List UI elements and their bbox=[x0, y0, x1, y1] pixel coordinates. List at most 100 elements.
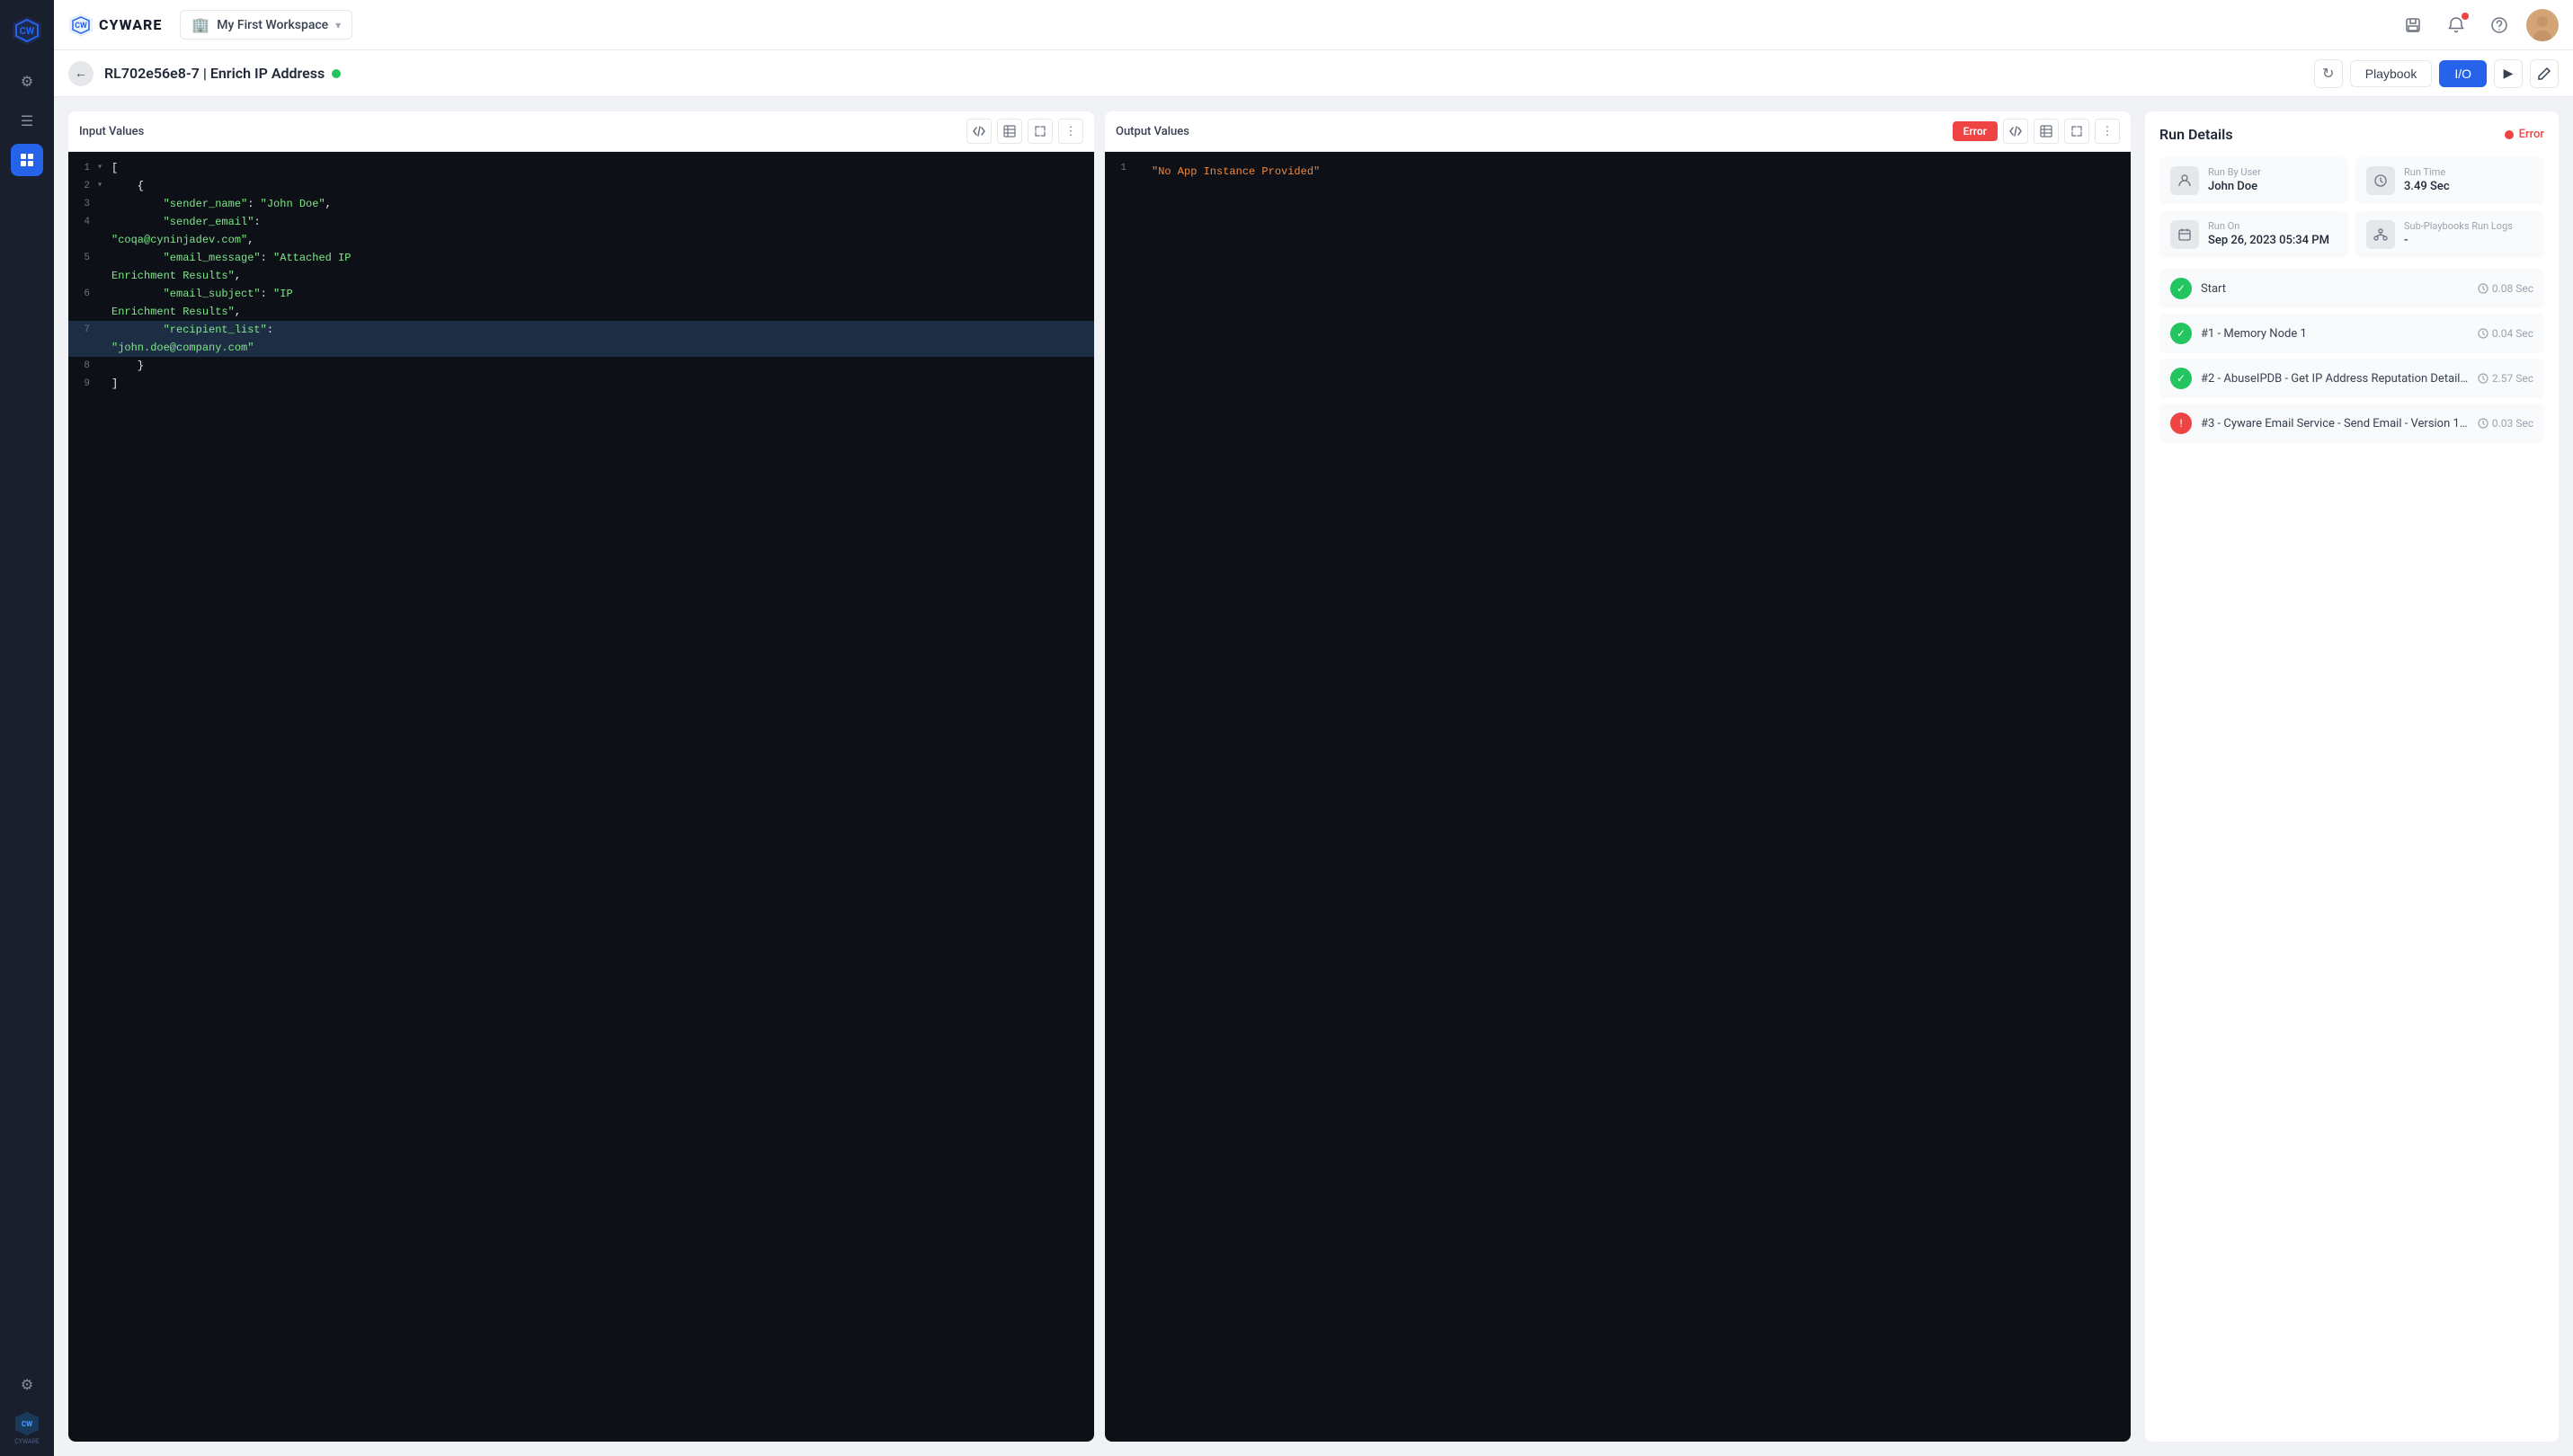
run-by-user-card: Run By User John Doe bbox=[2159, 157, 2348, 204]
input-toolbar: Input Values bbox=[68, 111, 1094, 152]
run-error-indicator: Error bbox=[2505, 128, 2544, 141]
sub-playbooks-icon bbox=[2366, 220, 2395, 249]
brand-label: CYWARE bbox=[14, 1438, 40, 1445]
input-code-view-btn[interactable] bbox=[966, 119, 992, 144]
notification-badge bbox=[2462, 13, 2469, 20]
input-table-view-btn[interactable] bbox=[997, 119, 1022, 144]
output-code-view-btn[interactable] bbox=[2003, 119, 2028, 144]
run-by-user-label: Run By User bbox=[2208, 166, 2337, 178]
sidebar-item-playbook[interactable] bbox=[11, 144, 43, 176]
run-by-user-content: Run By User John Doe bbox=[2208, 166, 2337, 193]
step-memory-node[interactable]: ✓ #1 - Memory Node 1 0.04 Sec bbox=[2159, 314, 2544, 353]
edit-button[interactable] bbox=[2530, 59, 2559, 88]
step-start[interactable]: ✓ Start 0.08 Sec bbox=[2159, 269, 2544, 308]
nav-save-icon[interactable] bbox=[2397, 9, 2429, 41]
sidebar-item-settings[interactable]: ⚙ bbox=[11, 1368, 43, 1400]
step-cyware-email[interactable]: ! #3 - Cyware Email Service - Send Email… bbox=[2159, 404, 2544, 443]
svg-text:CW: CW bbox=[20, 25, 35, 37]
workspace-selector[interactable]: 🏢 My First Workspace ▾ bbox=[180, 10, 352, 40]
run-on-value: Sep 26, 2023 05:34 PM bbox=[2208, 234, 2337, 247]
refresh-button[interactable]: ↻ bbox=[2314, 59, 2343, 88]
run-time-icon bbox=[2366, 166, 2395, 195]
step-abuseipdb[interactable]: ✓ #2 - AbuseIPDB - Get IP Address Reputa… bbox=[2159, 359, 2544, 398]
run-meta-grid: Run By User John Doe Run Time 3.49 Sec bbox=[2159, 157, 2544, 258]
input-label: Input Values bbox=[79, 125, 144, 138]
sub-playbooks-card: Sub-Playbooks Run Logs - bbox=[2355, 211, 2544, 258]
run-time-value: 3.49 Sec bbox=[2404, 180, 2533, 193]
online-status-dot bbox=[332, 69, 341, 78]
code-line-7b: "john.doe@company.com" bbox=[68, 339, 1094, 357]
toolbar-right: ↻ Playbook I/O ▶ bbox=[2314, 59, 2559, 88]
error-dot bbox=[2505, 130, 2514, 139]
input-code-editor[interactable]: 1 ▾ [ 2 ▾ { 3 "sender_nam bbox=[68, 152, 1094, 1442]
run-time-card: Run Time 3.49 Sec bbox=[2355, 157, 2544, 204]
code-line-5b: Enrichment Results", bbox=[68, 267, 1094, 285]
back-icon: ← bbox=[75, 66, 87, 81]
run-on-label: Run On bbox=[2208, 220, 2337, 232]
run-by-user-value: John Doe bbox=[2208, 180, 2337, 193]
output-line-1: 1 "No App Instance Provided" bbox=[1105, 159, 2131, 184]
step-memory-name: #1 - Memory Node 1 bbox=[2201, 327, 2469, 341]
output-code-editor[interactable]: 1 "No App Instance Provided" bbox=[1105, 152, 2131, 1442]
code-line-6: 6 "email_subject": "IP bbox=[68, 285, 1094, 303]
sidebar-item-gear-top[interactable]: ⚙ bbox=[11, 65, 43, 97]
io-tab[interactable]: I/O bbox=[2439, 60, 2487, 87]
cyware-logo: CW CYWARE bbox=[68, 13, 162, 38]
run-by-user-icon bbox=[2170, 166, 2199, 195]
play-button[interactable]: ▶ bbox=[2494, 59, 2523, 88]
step-memory-status: ✓ bbox=[2170, 323, 2192, 344]
workspace-name: My First Workspace bbox=[217, 18, 328, 32]
code-line-7: 7 "recipient_list": bbox=[68, 321, 1094, 339]
step-abuseipdb-status: ✓ bbox=[2170, 368, 2192, 389]
svg-text:CW: CW bbox=[22, 1420, 32, 1428]
sidebar: CW ⚙ ☰ ⚙ CW CYWARE bbox=[0, 0, 54, 1456]
playbook-tab[interactable]: Playbook bbox=[2350, 60, 2433, 87]
step-start-time: 0.08 Sec bbox=[2478, 282, 2533, 295]
user-avatar[interactable] bbox=[2526, 9, 2559, 41]
code-line-6b: Enrichment Results", bbox=[68, 303, 1094, 321]
input-more-btn[interactable]: ⋮ bbox=[1058, 119, 1083, 144]
error-label: Error bbox=[2519, 128, 2544, 141]
run-on-content: Run On Sep 26, 2023 05:34 PM bbox=[2208, 220, 2337, 247]
output-values-pane: Output Values Error bbox=[1105, 111, 2131, 1442]
main-content: CW CYWARE 🏢 My First Workspace ▾ bbox=[54, 0, 2573, 1456]
step-cyware-time: 0.03 Sec bbox=[2478, 417, 2533, 430]
sidebar-item-menu[interactable]: ☰ bbox=[11, 104, 43, 137]
run-details-panel: Run Details Error Run By Use bbox=[2145, 111, 2559, 1442]
top-navigation: CW CYWARE 🏢 My First Workspace ▾ bbox=[54, 0, 2573, 50]
input-expand-btn[interactable] bbox=[1028, 119, 1053, 144]
sidebar-logo: CW bbox=[7, 11, 47, 50]
refresh-icon: ↻ bbox=[2322, 65, 2334, 82]
content-area: Input Values bbox=[54, 97, 2573, 1456]
code-line-8: 8 } bbox=[68, 357, 1094, 375]
code-line-4: 4 "sender_email": bbox=[68, 213, 1094, 231]
step-cyware-status: ! bbox=[2170, 413, 2192, 434]
output-error-text: "No App Instance Provided" bbox=[1144, 159, 1327, 184]
nav-bell-icon[interactable] bbox=[2440, 9, 2472, 41]
output-expand-btn[interactable] bbox=[2064, 119, 2089, 144]
play-icon: ▶ bbox=[2504, 67, 2514, 81]
step-abuseipdb-name: #2 - AbuseIPDB - Get IP Address Reputati… bbox=[2201, 372, 2469, 386]
run-time-label: Run Time bbox=[2404, 166, 2533, 178]
back-button[interactable]: ← bbox=[68, 61, 93, 86]
sidebar-bottom: ⚙ CW CYWARE bbox=[11, 1368, 43, 1445]
sidebar-brand: CW CYWARE bbox=[14, 1411, 40, 1445]
code-line-5: 5 "email_message": "Attached IP bbox=[68, 249, 1094, 267]
input-values-pane: Input Values bbox=[68, 111, 1094, 1442]
run-steps: ✓ Start 0.08 Sec ✓ #1 - Memory Node 1 0.… bbox=[2159, 269, 2544, 443]
code-line-4b: "coqa@cyninjadev.com", bbox=[68, 231, 1094, 249]
nav-help-icon[interactable] bbox=[2483, 9, 2515, 41]
run-time-content: Run Time 3.49 Sec bbox=[2404, 166, 2533, 193]
output-toolbar: Output Values Error bbox=[1105, 111, 2131, 152]
run-on-card: Run On Sep 26, 2023 05:34 PM bbox=[2159, 211, 2348, 258]
output-table-view-btn[interactable] bbox=[2034, 119, 2059, 144]
code-line-9: 9 ] bbox=[68, 375, 1094, 393]
step-start-status: ✓ bbox=[2170, 278, 2192, 299]
run-on-icon bbox=[2170, 220, 2199, 249]
dropdown-icon: ▾ bbox=[335, 19, 341, 31]
sub-playbooks-value: - bbox=[2404, 234, 2533, 247]
svg-text:CW: CW bbox=[75, 22, 87, 31]
sub-playbooks-content: Sub-Playbooks Run Logs - bbox=[2404, 220, 2533, 247]
output-more-btn[interactable]: ⋮ bbox=[2095, 119, 2120, 144]
run-details-title: Run Details bbox=[2159, 126, 2233, 143]
